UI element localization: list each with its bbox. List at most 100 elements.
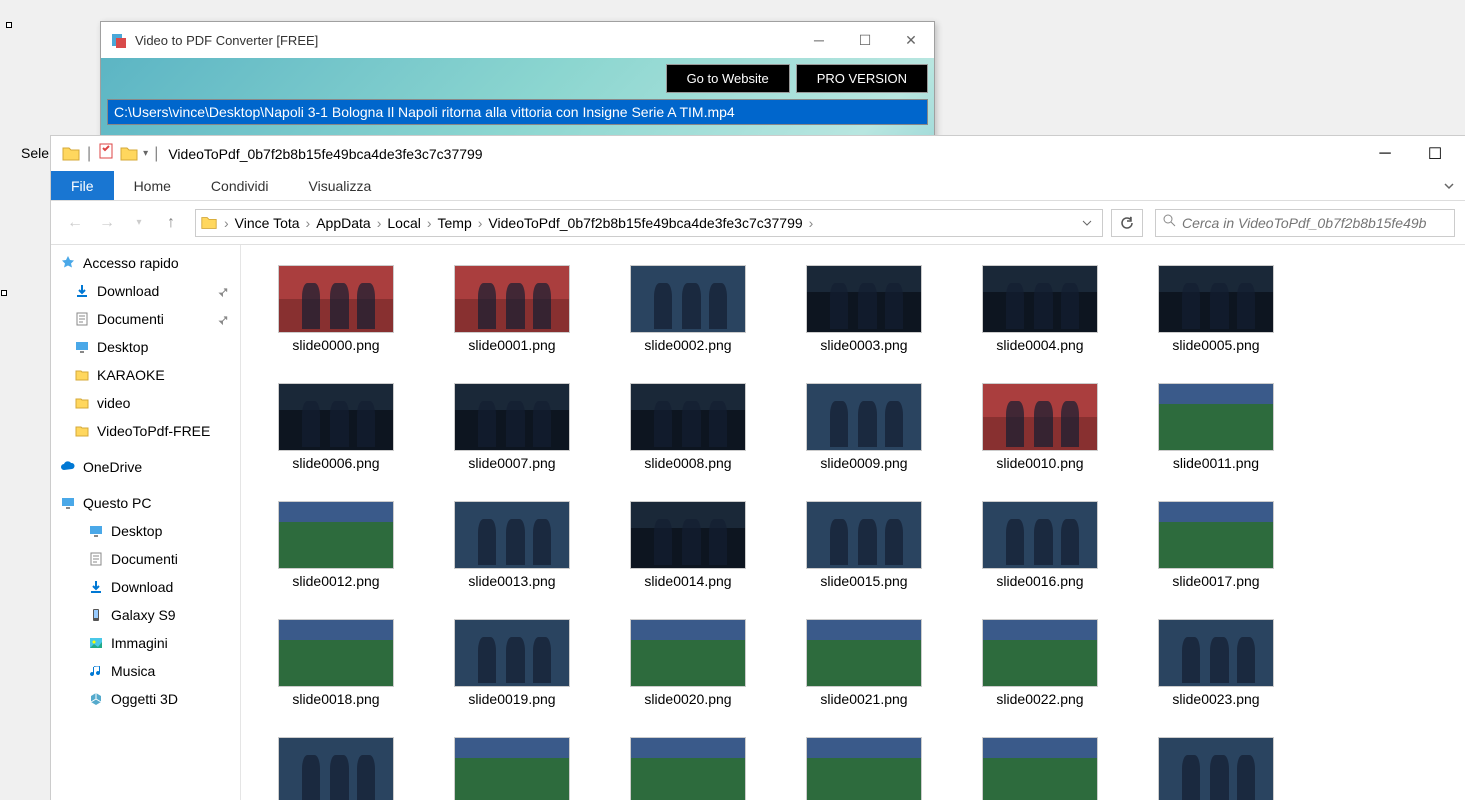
file-item[interactable]: slide0017.png: [1131, 501, 1301, 589]
file-item[interactable]: slide0002.png: [603, 265, 773, 353]
new-folder-icon[interactable]: [119, 144, 139, 164]
search-box[interactable]: [1155, 209, 1455, 237]
tab-view[interactable]: Visualizza: [289, 171, 392, 200]
nav-item-galaxy-s9[interactable]: Galaxy S9: [51, 601, 240, 629]
explorer-body: Accesso rapido DownloadDocumentiDesktopK…: [51, 245, 1465, 800]
file-item[interactable]: slide0007.png: [427, 383, 597, 471]
explorer-titlebar[interactable]: | ▾ | VideoToPdf_0b7f2b8b15fe49bca4de3fe…: [51, 136, 1465, 171]
file-item[interactable]: slide0012.png: [251, 501, 421, 589]
properties-icon[interactable]: [97, 142, 115, 165]
file-item[interactable]: slide0008.png: [603, 383, 773, 471]
file-name: slide0008.png: [644, 455, 731, 471]
file-item[interactable]: slide0027.png: [779, 737, 949, 800]
file-name: slide0014.png: [644, 573, 731, 589]
nav-item-immagini[interactable]: Immagini: [51, 629, 240, 657]
nav-item-video[interactable]: video: [51, 389, 240, 417]
minimize-button[interactable]: ─: [1373, 142, 1397, 166]
converter-titlebar[interactable]: Video to PDF Converter [FREE] ─ ☐ ✕: [101, 22, 934, 58]
file-item[interactable]: slide0020.png: [603, 619, 773, 707]
file-item[interactable]: slide0013.png: [427, 501, 597, 589]
ribbon-expand-icon[interactable]: [1433, 171, 1465, 200]
nav-item-download[interactable]: Download: [51, 277, 240, 305]
file-item[interactable]: slide0005.png: [1131, 265, 1301, 353]
recent-dropdown[interactable]: ▾: [125, 209, 153, 237]
breadcrumb-item[interactable]: VideoToPdf_0b7f2b8b15fe49bca4de3fe3c7c37…: [484, 215, 806, 231]
maximize-button[interactable]: ☐: [842, 25, 888, 55]
file-item[interactable]: slide0018.png: [251, 619, 421, 707]
nav-item-karaoke[interactable]: KARAOKE: [51, 361, 240, 389]
nav-item-oggetti-3d[interactable]: Oggetti 3D: [51, 685, 240, 713]
tab-home[interactable]: Home: [114, 171, 191, 200]
thumbnail-image: [1158, 619, 1274, 687]
thumbnail-image: [806, 737, 922, 800]
file-item[interactable]: slide0026.png: [603, 737, 773, 800]
search-input[interactable]: [1182, 215, 1448, 231]
forward-button[interactable]: →: [93, 209, 121, 237]
file-item[interactable]: slide0000.png: [251, 265, 421, 353]
file-item[interactable]: slide0014.png: [603, 501, 773, 589]
folder-icon: [73, 366, 91, 384]
refresh-button[interactable]: [1111, 209, 1143, 237]
pin-icon: [218, 283, 235, 300]
qat-dropdown-icon[interactable]: ▾: [143, 148, 148, 159]
file-item[interactable]: slide0016.png: [955, 501, 1125, 589]
up-button[interactable]: ↑: [157, 209, 185, 237]
breadcrumb-item[interactable]: Temp: [434, 215, 476, 231]
file-item[interactable]: slide0022.png: [955, 619, 1125, 707]
nav-item-musica[interactable]: Musica: [51, 657, 240, 685]
file-item[interactable]: slide0029.png: [1131, 737, 1301, 800]
pro-version-button[interactable]: PRO VERSION: [796, 64, 928, 93]
nav-item-desktop[interactable]: Desktop: [51, 517, 240, 545]
thumbnail-image: [806, 501, 922, 569]
file-item[interactable]: slide0021.png: [779, 619, 949, 707]
nav-item-videotopdf-free[interactable]: VideoToPdf-FREE: [51, 417, 240, 445]
breadcrumb-item[interactable]: Local: [383, 215, 424, 231]
file-item[interactable]: slide0024.png: [251, 737, 421, 800]
file-item[interactable]: slide0004.png: [955, 265, 1125, 353]
file-item[interactable]: slide0001.png: [427, 265, 597, 353]
file-item[interactable]: slide0009.png: [779, 383, 949, 471]
chevron-right-icon[interactable]: ›: [425, 215, 434, 231]
breadcrumb[interactable]: › Vince Tota›AppData›Local›Temp›VideoToP…: [195, 209, 1103, 237]
close-button[interactable]: ✕: [888, 25, 934, 55]
breadcrumb-item[interactable]: Vince Tota: [231, 215, 304, 231]
nav-this-pc[interactable]: Questo PC: [51, 489, 240, 517]
file-item[interactable]: slide0006.png: [251, 383, 421, 471]
tab-share[interactable]: Condividi: [191, 171, 289, 200]
breadcrumb-item[interactable]: AppData: [312, 215, 374, 231]
file-item[interactable]: slide0011.png: [1131, 383, 1301, 471]
maximize-button[interactable]: ☐: [1423, 142, 1447, 166]
chevron-right-icon[interactable]: ›: [304, 215, 313, 231]
file-item[interactable]: slide0025.png: [427, 737, 597, 800]
window-title: VideoToPdf_0b7f2b8b15fe49bca4de3fe3c7c37…: [168, 146, 1373, 162]
navigation-pane[interactable]: Accesso rapido DownloadDocumentiDesktopK…: [51, 245, 241, 800]
nav-item-documenti[interactable]: Documenti: [51, 305, 240, 333]
file-name: slide0023.png: [1172, 691, 1259, 707]
desktop-icon: [87, 522, 105, 540]
qat-separator: |: [87, 145, 91, 163]
file-item[interactable]: slide0019.png: [427, 619, 597, 707]
breadcrumb-dropdown-icon[interactable]: [1076, 215, 1098, 231]
file-item[interactable]: slide0003.png: [779, 265, 949, 353]
nav-label: Desktop: [111, 523, 162, 539]
chevron-right-icon[interactable]: ›: [222, 215, 231, 231]
back-button[interactable]: ←: [61, 209, 89, 237]
filepath-input[interactable]: C:\Users\vince\Desktop\Napoli 3-1 Bologn…: [107, 99, 928, 125]
chevron-right-icon[interactable]: ›: [807, 215, 816, 231]
thumbnail-image: [982, 501, 1098, 569]
file-item[interactable]: slide0028.png: [955, 737, 1125, 800]
content-pane[interactable]: slide0000.pngslide0001.pngslide0002.pngs…: [241, 245, 1465, 800]
nav-item-download[interactable]: Download: [51, 573, 240, 601]
file-item[interactable]: slide0015.png: [779, 501, 949, 589]
tab-file[interactable]: File: [51, 171, 114, 200]
file-item[interactable]: slide0010.png: [955, 383, 1125, 471]
nav-label: Desktop: [97, 339, 148, 355]
nav-item-documenti[interactable]: Documenti: [51, 545, 240, 573]
goto-website-button[interactable]: Go to Website: [666, 64, 790, 93]
nav-item-desktop[interactable]: Desktop: [51, 333, 240, 361]
nav-onedrive[interactable]: OneDrive: [51, 453, 240, 481]
file-item[interactable]: slide0023.png: [1131, 619, 1301, 707]
minimize-button[interactable]: ─: [796, 25, 842, 55]
nav-quick-access[interactable]: Accesso rapido: [51, 249, 240, 277]
folder-icon: [200, 214, 218, 232]
